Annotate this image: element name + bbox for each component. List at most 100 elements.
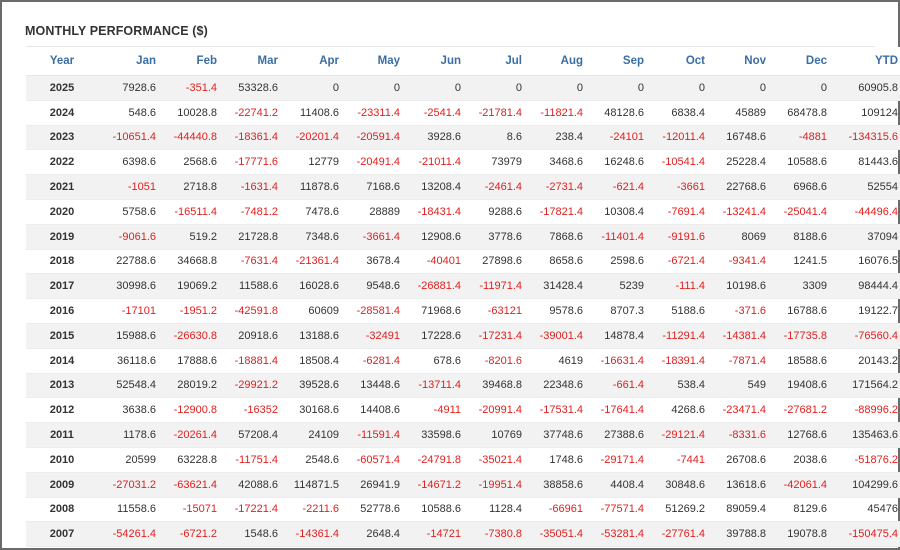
month-value-cell: -21781.4 [464,100,525,126]
month-value-cell: -8201.6 [464,348,525,374]
month-value-cell: 22348.6 [525,373,586,399]
month-value-cell: 10588.6 [403,497,464,523]
performance-panel: MONTHLY PERFORMANCE ($) Year Jan Feb Mar Apr… [0,0,900,550]
month-value-cell: -12011.4 [647,125,708,151]
table-row: 2012 3638.6 -12900.8 -16352 30168.6 14408.6 -4… [26,397,900,424]
month-value-cell: 37748.6 [525,422,586,448]
month-value-cell: -17821.4 [525,199,586,225]
ytd-cell: 37094 [830,224,900,250]
month-value-cell: 2568.6 [159,149,220,176]
ytd-cell: -88996.2 [830,397,900,424]
year-cell: 2014 [26,348,98,374]
month-value-cell: 114871.5 [281,472,342,498]
month-value-cell: 27388.6 [586,422,647,448]
month-value-cell: 5188.6 [647,298,708,324]
month-value-cell: 89059.4 [708,497,769,523]
month-value-cell: -7631.4 [220,249,281,275]
month-value-cell: 11588.6 [220,273,281,300]
column-header-ytd: YTD [830,47,900,76]
month-value-cell: -22741.2 [220,100,281,126]
month-value-cell: 549 [708,373,769,399]
year-cell: 2019 [26,224,98,250]
month-value-cell: -371.6 [708,298,769,324]
month-value-cell: -28581.4 [342,298,403,324]
month-value-cell: 2548.6 [281,447,342,473]
month-value-cell: -63621.4 [159,472,220,498]
month-value-cell: -8331.6 [708,422,769,448]
month-value-cell: -11401.4 [586,224,647,250]
column-header-oct: Oct [647,47,708,76]
month-value-cell: -1951.2 [159,298,220,324]
ytd-cell: 19122.7 [830,298,900,324]
month-value-cell: 36118.6 [98,348,159,374]
month-value-cell: -20201.4 [281,125,342,151]
ytd-cell: -51876.2 [830,447,900,473]
month-value-cell: -17221.4 [220,497,281,523]
column-header-feb: Feb [159,47,220,76]
month-value-cell: 16028.6 [281,273,342,300]
month-value-cell: 12908.6 [403,224,464,250]
month-value-cell: 2648.4 [342,521,403,548]
month-value-cell: 24109 [281,422,342,448]
month-value-cell: -29921.2 [220,373,281,399]
month-value-cell: 11408.6 [281,100,342,126]
month-value-cell: -2731.4 [525,174,586,200]
month-value-cell: 27898.6 [464,249,525,275]
month-value-cell: 2038.6 [769,447,830,473]
ytd-cell: -134315.6 [830,125,900,151]
month-value-cell: 16788.6 [769,298,830,324]
table-row: 2011 1178.6 -20261.4 57208.4 24109 -11591.4 33… [26,422,900,448]
month-value-cell: -21011.4 [403,149,464,176]
month-value-cell: 53328.6 [220,75,281,101]
month-value-cell: -23311.4 [342,100,403,126]
month-value-cell: -6281.4 [342,348,403,374]
month-value-cell: 1128.4 [464,497,525,523]
column-header-sep: Sep [586,47,647,76]
month-value-cell: 19078.8 [769,521,830,548]
ytd-cell: 98444.4 [830,273,900,300]
month-value-cell: 0 [403,75,464,101]
ytd-cell: -76560.4 [830,323,900,349]
month-value-cell: 22768.6 [708,174,769,200]
table-row: 2007 -54261.4 -6721.2 1548.6 -14361.4 2648.4-… [26,521,900,548]
month-value-cell: 13448.6 [342,373,403,399]
month-value-cell: -35051.4 [525,521,586,548]
month-value-cell: -23471.4 [708,397,769,424]
column-header-jan: Jan [98,47,159,76]
month-value-cell: 60609 [281,298,342,324]
month-value-cell: 10308.4 [586,199,647,225]
ytd-cell: 81443.6 [830,149,900,176]
ytd-cell: 16076.5 [830,249,900,275]
month-value-cell: -2461.4 [464,174,525,200]
table-row: 2014 36118.6 17888.6 -18881.4 18508.4 -6281.4… [26,348,900,374]
table-row: 2021 -1051 2718.8 -1631.4 11878.6 7168.6 13208… [26,174,900,200]
month-value-cell: 19408.6 [769,373,830,399]
month-value-cell: 6838.4 [647,100,708,126]
month-value-cell: 3309 [769,273,830,300]
month-value-cell: -4881 [769,125,830,151]
month-value-cell: -1051 [98,174,159,200]
month-value-cell: 0 [464,75,525,101]
month-value-cell: -15071 [159,497,220,523]
month-value-cell: -661.4 [586,373,647,399]
column-header-may: May [342,47,403,76]
month-value-cell: -32491 [342,323,403,349]
month-value-cell: 17888.6 [159,348,220,374]
month-value-cell: 5239 [586,273,647,300]
month-value-cell: 0 [525,75,586,101]
month-value-cell: 18508.4 [281,348,342,374]
month-value-cell: 0 [586,75,647,101]
month-value-cell: -7871.4 [708,348,769,374]
panel-title: MONTHLY PERFORMANCE ($) [25,24,208,38]
month-value-cell: 38858.6 [525,472,586,498]
month-value-cell: 28019.2 [159,373,220,399]
month-value-cell: 68478.8 [769,100,830,126]
month-value-cell: -2211.6 [281,497,342,523]
month-value-cell: 13188.6 [281,323,342,349]
month-value-cell: 15988.6 [98,323,159,349]
month-value-cell: 1748.6 [525,447,586,473]
year-cell: 2025 [26,75,98,101]
year-cell: 2010 [26,447,98,473]
month-value-cell: 4619 [525,348,586,374]
month-value-cell: 6398.6 [98,149,159,176]
